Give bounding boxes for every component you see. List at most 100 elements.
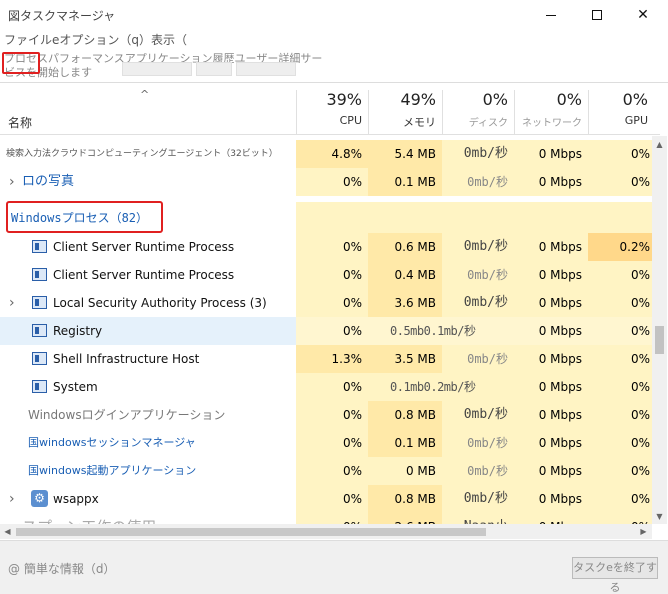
process-icon bbox=[32, 240, 47, 253]
disk-value: 0mb/秒 bbox=[442, 233, 514, 261]
menu-bar[interactable]: ファイルeオプション（q）表示（ bbox=[4, 31, 187, 49]
cpu-value: 0% bbox=[296, 168, 368, 196]
network-total: 0% bbox=[556, 90, 582, 109]
scroll-up-icon[interactable]: ▲ bbox=[652, 140, 667, 149]
expand-chevron-icon[interactable]: › bbox=[9, 485, 15, 513]
highlight-box-processes-tab bbox=[2, 52, 40, 74]
process-name: 国windows起動アプリケーション bbox=[28, 464, 197, 477]
table-row[interactable]: 国windowsセッションマネージャ 0% 0.1 MB 0mb/秒 0 Mbp… bbox=[0, 429, 652, 457]
horizontal-scroll-thumb[interactable] bbox=[16, 528, 486, 536]
memory-label: メモリ bbox=[403, 116, 436, 129]
table-row[interactable]: 検索入力法クラウドコンピューティングエージェント（32ビット） 4.8% 5.4… bbox=[0, 140, 652, 168]
process-name: Registry bbox=[53, 324, 103, 338]
table-row-selected[interactable]: Registry 0% 0.5mb0.1mb/秒 0 Mbps 0% bbox=[0, 317, 652, 345]
cpu-label: CPU bbox=[339, 114, 362, 127]
cpu-value: 0% bbox=[296, 513, 368, 524]
network-value: 0 Mbps bbox=[514, 429, 588, 457]
sort-up-icon[interactable]: ^ bbox=[140, 88, 149, 101]
table-row[interactable]: Shell Infrastructure Host 1.3% 3.5 MB 0m… bbox=[0, 345, 652, 373]
table-row[interactable]: Client Server Runtime Process 0% 0.4 MB … bbox=[0, 261, 652, 289]
column-name[interactable]: 名称 bbox=[8, 114, 32, 131]
process-list: 検索入力法クラウドコンピューティングエージェント（32ビット） 4.8% 5.4… bbox=[0, 136, 652, 524]
cpu-value: 0% bbox=[296, 457, 368, 485]
network-value: 0 Mbps bbox=[514, 485, 588, 513]
gpu-value: 0% bbox=[588, 289, 652, 317]
fewer-details-link[interactable]: @ 簡単な情報（d） bbox=[8, 560, 115, 577]
process-name: wsappx bbox=[53, 492, 99, 506]
disk-value: 0mb/秒 bbox=[442, 401, 514, 429]
table-row[interactable]: › Local Security Authority Process (3) 0… bbox=[0, 289, 652, 317]
process-name: Local Security Authority Process (3) bbox=[53, 296, 267, 310]
network-label: ネットワーク bbox=[522, 118, 582, 129]
disk-value: 0mb/秒 bbox=[442, 429, 514, 457]
disk-total: 0% bbox=[482, 90, 508, 109]
disk-cell bbox=[442, 202, 514, 234]
table-row[interactable]: System 0% 0.1mb0.2mb/秒 0 Mbps 0% bbox=[0, 373, 652, 401]
disk-value: 0mb/秒 bbox=[442, 140, 514, 168]
network-value: 0 Mbps bbox=[514, 513, 588, 524]
gpu-value: 0% bbox=[588, 140, 652, 168]
column-gpu[interactable]: 0% GPU bbox=[588, 90, 654, 134]
table-row[interactable]: › ロの写真 0% 0.1 MB 0mb/秒 0 Mbps 0% bbox=[0, 168, 652, 196]
minimize-button[interactable] bbox=[528, 0, 574, 30]
close-icon: ✕ bbox=[637, 7, 649, 23]
table-row[interactable]: Windowsログインアプリケーション 0% 0.8 MB 0mb/秒 0 Mb… bbox=[0, 401, 652, 429]
vertical-scroll-thumb[interactable] bbox=[655, 326, 664, 354]
table-row[interactable]: 国windows起動アプリケーション 0% 0 MB 0mb/秒 0 Mbps … bbox=[0, 457, 652, 485]
memory-value: 3.6 MB bbox=[368, 289, 442, 317]
process-name: スプーン工作の使用 bbox=[22, 513, 156, 524]
scroll-right-icon[interactable]: ▶ bbox=[636, 527, 651, 536]
table-row-partial[interactable]: スプーン工作の使用 0% 2.6 MB Naan小 0 Mbps 0% bbox=[0, 513, 652, 524]
column-memory[interactable]: 49% メモリ bbox=[368, 90, 442, 134]
process-name: 国windowsセッションマネージャ bbox=[28, 436, 196, 449]
cpu-value: 0% bbox=[296, 485, 368, 513]
network-value: 0 Mbps bbox=[514, 289, 588, 317]
memory-value: 0.8 MB bbox=[368, 485, 442, 513]
gpu-value: 0% bbox=[588, 373, 652, 401]
cpu-total: 39% bbox=[326, 90, 362, 109]
memory-value: 0.6 MB bbox=[368, 233, 442, 261]
scroll-down-icon[interactable]: ▼ bbox=[652, 512, 667, 521]
column-cpu[interactable]: 39% CPU bbox=[296, 90, 368, 134]
column-network[interactable]: 0% ネットワーク bbox=[514, 90, 588, 134]
cpu-value: 0% bbox=[296, 261, 368, 289]
network-value: 0 Mbps bbox=[514, 140, 588, 168]
disk-value: 0mb/秒 bbox=[442, 457, 514, 485]
scroll-left-icon[interactable]: ◀ bbox=[0, 527, 15, 536]
expand-chevron-icon[interactable]: › bbox=[9, 289, 15, 317]
maximize-button[interactable] bbox=[574, 0, 620, 30]
gpu-cell bbox=[588, 202, 652, 234]
tab-placeholder bbox=[196, 62, 232, 76]
process-name: Shell Infrastructure Host bbox=[53, 352, 200, 366]
network-value: 0 Mbps bbox=[514, 168, 588, 196]
network-value: 0 Mbps bbox=[514, 373, 588, 401]
cpu-value: 0% bbox=[296, 317, 368, 345]
table-row[interactable]: Client Server Runtime Process 0% 0.6 MB … bbox=[0, 233, 652, 261]
gpu-value: 0% bbox=[588, 401, 652, 429]
column-header: ^ 名称 39% CPU 49% メモリ 0% ディスク 0% ネットワーク 0… bbox=[0, 84, 660, 135]
expand-chevron-icon[interactable]: › bbox=[9, 168, 15, 196]
tab-strip[interactable]: プロセスパフォーマンスアプリケーション履歴ユーザー詳細サービスを開始します bbox=[0, 51, 668, 83]
horizontal-scrollbar[interactable]: ◀ ▶ bbox=[0, 524, 652, 539]
memory-disk-value: 0.5mb0.1mb/秒 bbox=[368, 317, 514, 345]
process-icon bbox=[32, 352, 47, 365]
cpu-value: 4.8% bbox=[296, 140, 368, 168]
close-button[interactable]: ✕ bbox=[620, 0, 666, 30]
cpu-value: 0% bbox=[296, 401, 368, 429]
memory-value: 0.4 MB bbox=[368, 261, 442, 289]
column-disk[interactable]: 0% ディスク bbox=[442, 90, 514, 134]
disk-value: 0mb/秒 bbox=[442, 485, 514, 513]
gpu-value: 0% bbox=[588, 345, 652, 373]
end-task-button[interactable]: タスクeを終了する bbox=[572, 557, 658, 594]
highlight-box-windows-processes bbox=[6, 201, 163, 233]
gpu-value: 0% bbox=[588, 168, 652, 196]
vertical-scrollbar[interactable]: ▲ ▼ bbox=[652, 136, 667, 524]
process-name: Client Server Runtime Process bbox=[53, 268, 235, 282]
process-icon bbox=[32, 268, 47, 281]
tab-placeholder bbox=[236, 62, 296, 76]
disk-value: 0mb/秒 bbox=[442, 261, 514, 289]
tab-placeholder bbox=[122, 62, 192, 76]
table-row[interactable]: › ⚙ wsappx 0% 0.8 MB 0mb/秒 0 Mbps 0% bbox=[0, 485, 652, 513]
process-icon bbox=[32, 324, 47, 337]
memory-value: 0.1 MB bbox=[368, 168, 442, 196]
